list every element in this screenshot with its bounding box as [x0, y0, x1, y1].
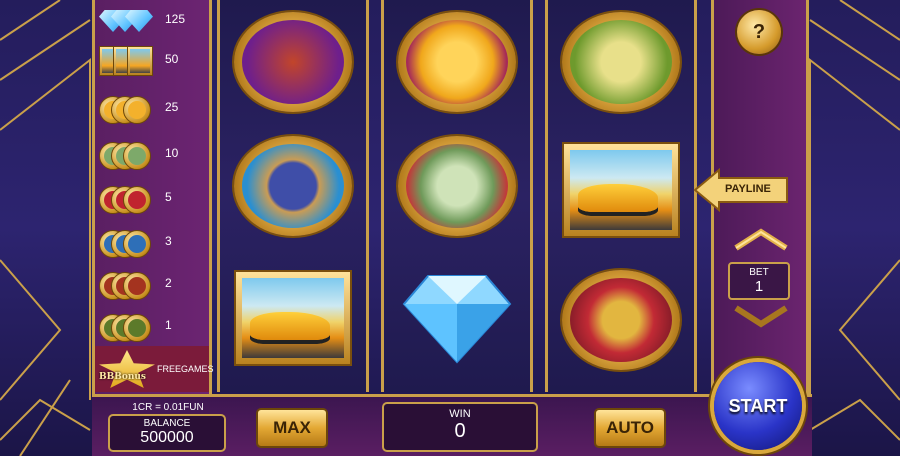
ring-icon [99, 182, 163, 214]
cognac-icon [99, 268, 163, 300]
win-label: WIN [449, 408, 471, 420]
paytable-row: 125 [97, 2, 209, 38]
car-icon [562, 142, 680, 238]
auto-spin-button[interactable]: AUTO [594, 408, 666, 448]
payline-indicator: PAYLINE [693, 168, 789, 212]
money-stack-icon [398, 136, 516, 236]
bet-decrease-button[interactable] [732, 304, 790, 330]
win-value: 0 [454, 420, 466, 442]
credit-rate: 1CR = 0.01FUN [132, 402, 204, 413]
gold-bars-icon [99, 92, 163, 124]
bet-value: 1 [754, 278, 764, 295]
payout-value: 125 [165, 12, 186, 26]
champagne-icon [562, 12, 680, 112]
payout-value: 2 [165, 276, 172, 290]
paytable-row: 25 [97, 90, 209, 126]
bonus-value: FREEGAMES [157, 364, 214, 374]
balance-display: BALANCE 500000 [108, 414, 226, 452]
ring-icon [562, 270, 680, 370]
car-icon [234, 270, 352, 366]
left-decoration [0, 0, 95, 456]
right-decoration [805, 0, 900, 456]
gold-bars-icon [398, 12, 516, 112]
reel-1 [217, 0, 369, 392]
slot-game: 125 50 25 10 5 3 2 1 BBBonus FREEGAMES ?… [0, 0, 900, 456]
watch-icon [99, 226, 163, 258]
paytable-row: 3 [97, 224, 209, 260]
payout-value: 3 [165, 234, 172, 248]
bet-label: BET [749, 267, 769, 278]
chevron-up-icon [734, 228, 788, 251]
payout-value: 5 [165, 190, 172, 204]
payout-value: 25 [165, 100, 179, 114]
diamond-icon [99, 4, 163, 36]
cognac-icon [234, 12, 352, 112]
paytable-row: 10 [97, 136, 209, 172]
paytable-row: 1 [97, 308, 209, 344]
champagne-icon [99, 310, 163, 342]
bonus-star-icon [99, 350, 155, 388]
bet-display: BET 1 [728, 262, 790, 300]
payline-label: PAYLINE [725, 183, 771, 195]
paytable-row: 50 [97, 42, 209, 78]
reel-2 [381, 0, 533, 392]
paytable-bonus-row: BBBonus FREEGAMES [95, 346, 214, 392]
watch-icon [234, 136, 352, 236]
paytable: 125 50 25 10 5 3 2 1 BBBonus FREEGAMES [92, 0, 214, 394]
max-bet-button[interactable]: MAX [256, 408, 328, 448]
help-button[interactable]: ? [737, 10, 781, 54]
balance-value: 500000 [140, 429, 194, 446]
payout-value: 10 [165, 146, 179, 160]
car-icon [99, 44, 163, 76]
start-button[interactable]: START [714, 362, 802, 450]
payout-value: 1 [165, 318, 172, 332]
paytable-row: 5 [97, 180, 209, 216]
win-display: WIN 0 [382, 402, 538, 452]
reel-3 [545, 0, 697, 392]
paytable-row: 2 [97, 266, 209, 302]
chevron-down-icon [734, 305, 788, 328]
money-stack-icon [99, 138, 163, 170]
bet-increase-button[interactable] [732, 226, 790, 252]
bonus-symbol-text: BBBonus [99, 372, 146, 382]
payout-value: 50 [165, 52, 179, 66]
balance-label: BALANCE [143, 418, 191, 429]
diamond-icon [398, 266, 516, 366]
